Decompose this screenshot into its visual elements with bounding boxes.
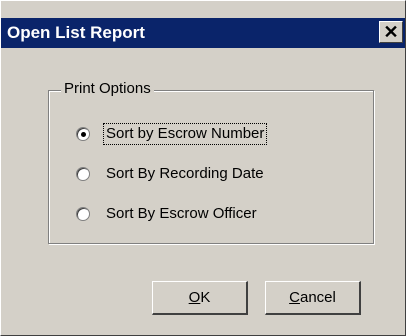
ok-button[interactable]: OK [152,281,248,315]
print-options-legend: Print Options [61,79,154,99]
radio-selected-dot [81,132,86,137]
close-button[interactable]: ✕ [379,21,403,43]
radio-sort-by-escrow-officer[interactable]: Sort By Escrow Officer [76,202,259,226]
open-list-report-dialog: Open List Report ✕ Print Options Sort by… [0,0,406,336]
cancel-label-rest: ancel [299,289,336,306]
ok-mnemonic: O [188,289,201,306]
close-icon: ✕ [383,22,399,42]
title-bar[interactable]: Open List Report ✕ [1,18,405,48]
window-title: Open List Report [7,23,145,42]
cancel-button[interactable]: Cancel [265,281,361,315]
radio-button[interactable] [76,127,90,141]
radio-label: Sort By Recording Date [106,165,264,182]
radio-sort-by-recording-date[interactable]: Sort By Recording Date [76,162,266,186]
radio-sort-by-escrow-number[interactable]: Sort by Escrow Number [76,122,268,146]
radio-button[interactable] [76,207,90,221]
radio-button[interactable] [76,167,90,181]
radio-label: Sort by Escrow Number [102,123,268,145]
radio-label: Sort By Escrow Officer [106,205,257,222]
cancel-mnemonic: C [289,289,300,306]
ok-label-rest: K [200,289,211,306]
